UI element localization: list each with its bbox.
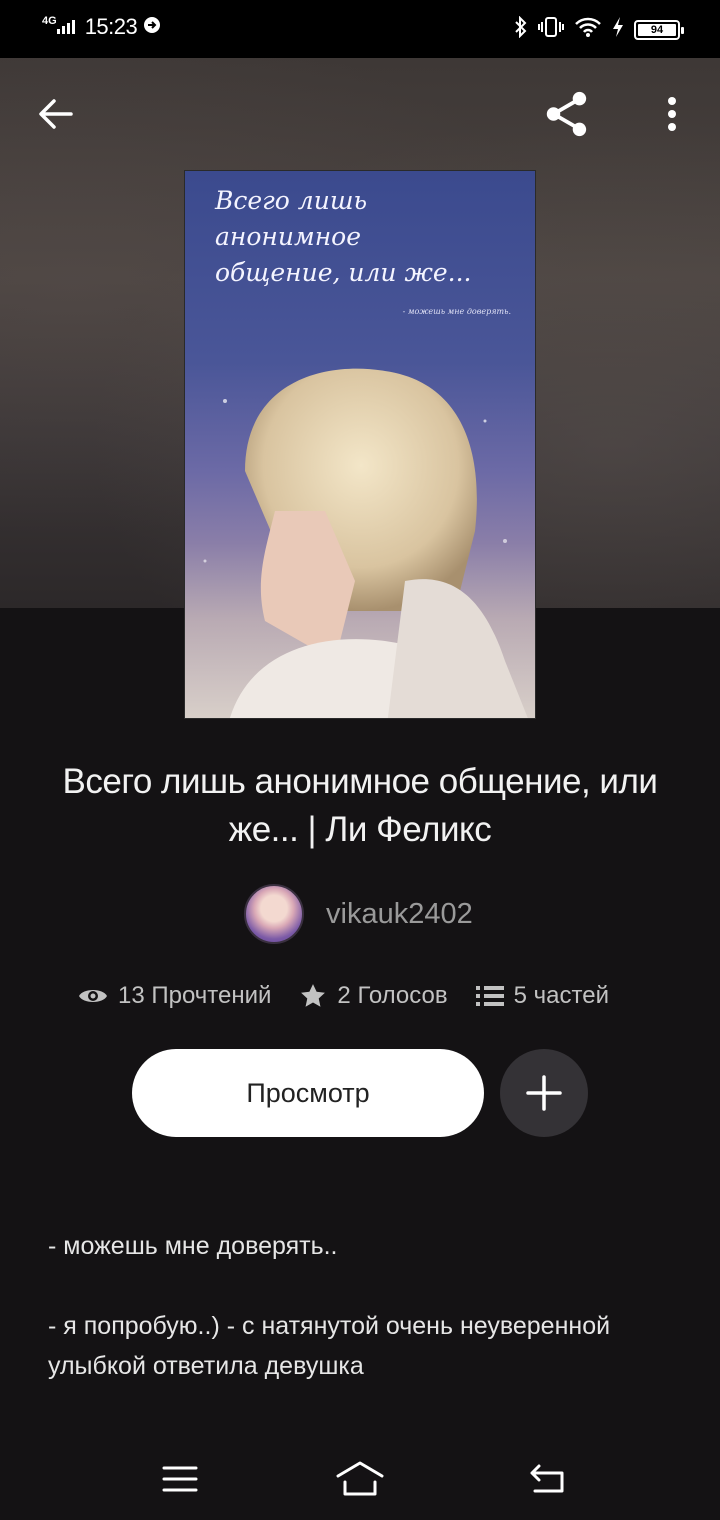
book-cover[interactable]: Всего лишь анонимное общение, или же... … (184, 170, 536, 719)
share-icon (546, 91, 587, 137)
share-button[interactable] (542, 86, 590, 142)
bluetooth-icon (514, 15, 528, 43)
battery-icon: 94 (634, 19, 684, 40)
menu-icon (162, 1466, 198, 1492)
nav-home-button[interactable] (330, 1454, 390, 1504)
wifi-icon (574, 16, 602, 43)
avatar[interactable] (244, 884, 304, 944)
vibrate-icon (538, 16, 564, 43)
votes-stat: 2 Голосов (299, 982, 448, 1010)
book-title-line: Всего лишь анонимное общение, или (62, 762, 658, 801)
status-left: 4G 15:23 (42, 14, 161, 40)
author-name[interactable]: vikauk2402 (326, 898, 473, 931)
description-paragraph: - я попробую..) - с натянутой очень неув… (48, 1312, 611, 1380)
status-bar: 4G 15:23 94 (0, 0, 720, 58)
network-type: 4G (42, 15, 57, 27)
reads-stat: 13 Прочтений (78, 982, 271, 1010)
charging-icon (612, 16, 624, 43)
home-icon (336, 1461, 384, 1496)
cover-title: Всего лишь анонимное общение, или же... (215, 186, 472, 287)
status-right: 94 (514, 15, 684, 43)
book-title: Всего лишь анонимное общение, или же... … (20, 758, 700, 854)
description-paragraph: - можешь мне доверять.. (48, 1232, 338, 1260)
back-button[interactable] (32, 86, 80, 142)
system-nav-bar (0, 1440, 720, 1520)
book-title-line: же... | Ли Феликс (228, 810, 492, 849)
nav-back-button[interactable] (518, 1454, 578, 1504)
parts-count: 5 частей (513, 982, 609, 1009)
eye-icon (79, 990, 107, 1002)
cover-portrait-image (203, 368, 528, 718)
votes-count: 2 Голосов (337, 982, 448, 1009)
book-description: - можешь мне доверять.. - я попробую..) … (48, 1226, 678, 1426)
add-to-library-button[interactable] (500, 1049, 588, 1137)
more-vertical-icon (668, 97, 676, 131)
arrow-left-icon (39, 99, 73, 129)
signal-icon (56, 20, 75, 34)
stats-row: 13 Прочтений 2 Голосов 5 частей (78, 982, 609, 1010)
parts-stat: 5 частей (475, 982, 609, 1010)
sync-icon (143, 16, 161, 39)
reads-count: 13 Прочтений (118, 982, 272, 1009)
cover-subtitle: - можешь мне доверять. (402, 307, 511, 316)
more-button[interactable] (648, 86, 696, 142)
list-icon (475, 986, 504, 1006)
nav-menu-button[interactable] (150, 1454, 210, 1504)
star-icon (301, 984, 326, 1007)
battery-level: 94 (638, 23, 676, 36)
status-time: 15:23 (84, 14, 138, 39)
author-row[interactable]: vikauk2402 (244, 884, 473, 944)
back-icon (530, 1464, 564, 1493)
read-button[interactable]: Просмотр (132, 1049, 484, 1137)
plus-icon (526, 1075, 562, 1111)
